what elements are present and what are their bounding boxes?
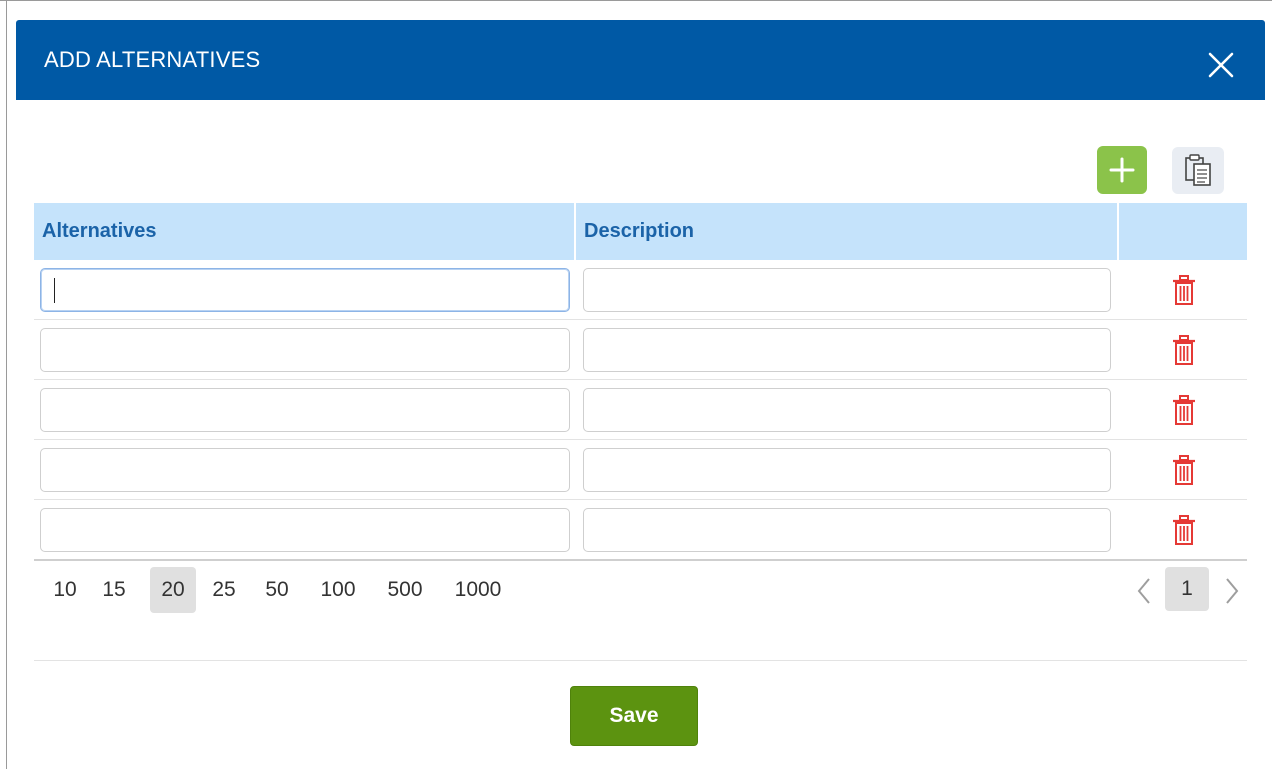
table-row — [34, 500, 1247, 561]
table-row — [34, 440, 1247, 500]
page-size-option[interactable]: 1000 — [447, 567, 509, 613]
footer-divider — [34, 660, 1247, 661]
column-header-description[interactable]: Description — [576, 203, 1119, 260]
pager: 10 15 20 25 50 100 500 1000 1 — [34, 565, 1247, 615]
close-button[interactable] — [1204, 48, 1238, 82]
page-size-option[interactable]: 15 — [96, 567, 132, 613]
description-input[interactable] — [583, 388, 1111, 432]
alternative-input[interactable] — [40, 388, 570, 432]
trash-icon — [1173, 395, 1195, 425]
alternative-input[interactable] — [40, 508, 570, 552]
trash-icon — [1173, 275, 1195, 305]
window-frame-left — [6, 0, 7, 769]
delete-row-button[interactable] — [1170, 514, 1198, 546]
add-row-button[interactable] — [1097, 146, 1147, 194]
column-header-actions — [1119, 203, 1247, 260]
delete-row-button[interactable] — [1170, 334, 1198, 366]
text-cursor — [54, 278, 55, 303]
delete-row-button[interactable] — [1170, 454, 1198, 486]
page-size-option[interactable]: 10 — [48, 567, 82, 613]
add-alternatives-dialog: ADD ALTERNATIVES Alternatives Descriptio… — [16, 20, 1265, 769]
description-input[interactable] — [583, 328, 1111, 372]
dialog-header: ADD ALTERNATIVES — [16, 20, 1265, 100]
plus-icon — [1109, 157, 1135, 183]
trash-icon — [1173, 335, 1195, 365]
table-header: Alternatives Description — [34, 203, 1247, 260]
delete-row-button[interactable] — [1170, 274, 1198, 306]
description-input[interactable] — [583, 448, 1111, 492]
description-input[interactable] — [583, 508, 1111, 552]
column-label-description: Description — [584, 220, 695, 242]
page-size-option[interactable]: 100 — [313, 567, 363, 613]
save-button[interactable]: Save — [570, 686, 698, 746]
table-row — [34, 320, 1247, 380]
chevron-right-icon — [1226, 578, 1239, 604]
column-label-alternatives: Alternatives — [42, 220, 157, 242]
alternatives-table: Alternatives Description — [34, 203, 1247, 561]
alternative-input[interactable] — [40, 328, 570, 372]
current-page[interactable]: 1 — [1165, 567, 1209, 611]
description-input[interactable] — [583, 268, 1111, 312]
alternative-input[interactable] — [40, 268, 570, 312]
page-size-option[interactable]: 50 — [259, 567, 295, 613]
clipboard-icon — [1185, 154, 1211, 186]
chevron-left-icon — [1137, 578, 1150, 604]
dialog-title: ADD ALTERNATIVES — [44, 47, 261, 72]
table-row — [34, 260, 1247, 320]
previous-page-button[interactable] — [1133, 573, 1155, 609]
close-icon — [1208, 52, 1234, 78]
page-size-option-selected[interactable]: 20 — [150, 567, 196, 613]
column-header-alternatives[interactable]: Alternatives — [34, 203, 576, 260]
alternative-input[interactable] — [40, 448, 570, 492]
table-row — [34, 380, 1247, 440]
paste-button[interactable] — [1172, 147, 1224, 194]
trash-icon — [1173, 515, 1195, 545]
delete-row-button[interactable] — [1170, 394, 1198, 426]
page-size-option[interactable]: 25 — [206, 567, 242, 613]
page-size-option[interactable]: 500 — [380, 567, 430, 613]
window-frame-top — [0, 0, 1272, 1]
next-page-button[interactable] — [1221, 573, 1243, 609]
trash-icon — [1173, 455, 1195, 485]
